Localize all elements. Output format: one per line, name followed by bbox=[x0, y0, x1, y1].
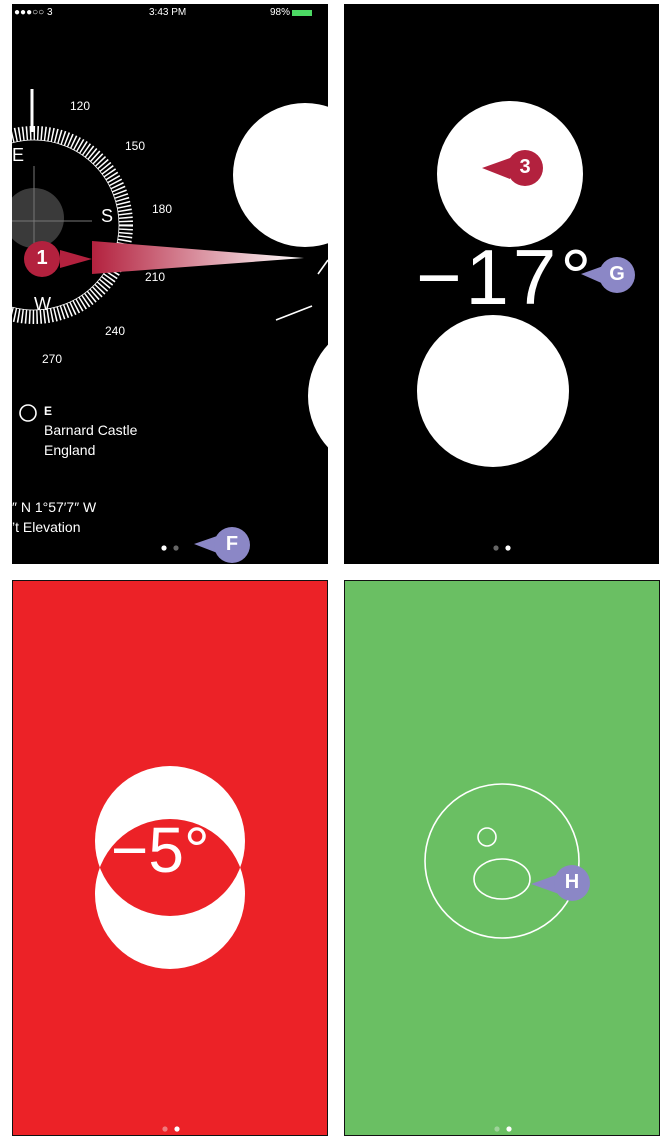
page-dot bbox=[493, 545, 499, 551]
location-country: England bbox=[44, 442, 96, 458]
degree-label: 150 bbox=[125, 139, 146, 153]
degree-label: 210 bbox=[145, 270, 166, 284]
compass-screen: ●●●○○ 3 3:43 PM 98% 120 150 180 210 240 … bbox=[12, 4, 328, 564]
location-heading-icon bbox=[19, 404, 37, 422]
level-bubble bbox=[12, 188, 64, 248]
level-reading: −17° bbox=[416, 233, 596, 321]
callout-label-h: H bbox=[564, 871, 580, 893]
level-small-bubble bbox=[477, 827, 497, 847]
callout-label-g: G bbox=[609, 263, 625, 285]
page-dot-active bbox=[174, 1126, 180, 1132]
level-graphic bbox=[424, 783, 590, 1132]
cardinal-east: E bbox=[12, 145, 25, 165]
page-dot-active bbox=[506, 1126, 512, 1132]
level-circle-bottom bbox=[417, 315, 569, 467]
degree-label: 270 bbox=[42, 352, 63, 366]
degree-label: 180 bbox=[152, 202, 173, 216]
direction-beam bbox=[92, 241, 304, 274]
degree-label: 120 bbox=[70, 99, 91, 113]
page-dot-active bbox=[161, 545, 167, 551]
callout-label-1: 1 bbox=[36, 247, 48, 269]
level-reading: −5° bbox=[111, 814, 210, 886]
level-circle-top bbox=[233, 103, 328, 247]
page-dot-active bbox=[505, 545, 511, 551]
level-circle-bottom bbox=[308, 344, 328, 448]
location-heading: E bbox=[44, 404, 53, 418]
level-screen-red: −5° bbox=[12, 580, 328, 1136]
callout-label-3: 3 bbox=[519, 156, 531, 178]
level-screen-green: H bbox=[344, 580, 660, 1136]
page-dot bbox=[162, 1126, 168, 1132]
level-outer-ring bbox=[424, 783, 580, 939]
compass-graphic bbox=[12, 10, 328, 563]
level-screen-dark: −17° 3 G bbox=[344, 4, 659, 564]
battery-icon bbox=[292, 10, 312, 16]
cardinal-south: S bbox=[101, 206, 114, 226]
cardinal-west: W bbox=[34, 294, 51, 314]
page-dot bbox=[173, 545, 179, 551]
location-place: Barnard Castle bbox=[44, 422, 138, 438]
page-dot bbox=[494, 1126, 500, 1132]
location-elevation: ’t Elevation bbox=[12, 519, 81, 535]
level-bubble bbox=[473, 858, 531, 900]
degree-label: 240 bbox=[105, 324, 126, 338]
location-coordinates: ″ N 1°57′7″ W bbox=[12, 499, 97, 515]
callout-label-f: F bbox=[225, 533, 239, 555]
